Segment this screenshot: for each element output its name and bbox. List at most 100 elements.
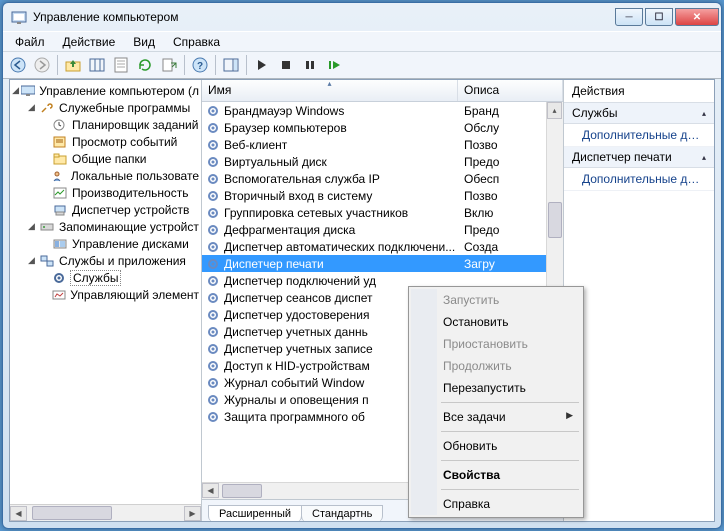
service-name: Браузер компьютеров bbox=[224, 121, 458, 135]
tree-node-users[interactable]: Локальные пользовате bbox=[12, 167, 201, 184]
menu-item[interactable]: Все задачи▶ bbox=[411, 406, 581, 428]
service-row[interactable]: Вспомогательная служба IPОбесп bbox=[202, 170, 563, 187]
app-icon bbox=[11, 9, 27, 25]
tree-node-storage[interactable]: ◢ Запоминающие устройст bbox=[12, 218, 201, 235]
menu-separator bbox=[441, 402, 579, 403]
app-window: Управление компьютером ─ ☐ ✕ Файл Действ… bbox=[2, 2, 722, 529]
menu-help[interactable]: Справка bbox=[165, 33, 228, 51]
gear-icon bbox=[206, 359, 222, 373]
menu-separator bbox=[441, 460, 579, 461]
tree-node-wmi[interactable]: Управляющий элемент bbox=[12, 286, 201, 303]
nav-back-button[interactable] bbox=[7, 54, 29, 76]
actions-more-1[interactable]: Дополнительные дей... bbox=[564, 124, 714, 147]
actions-section-services[interactable]: Службы▴ bbox=[564, 103, 714, 124]
service-name: Вспомогательная служба IP bbox=[224, 172, 458, 186]
column-name[interactable]: Имя bbox=[202, 80, 458, 101]
collapse-icon: ▴ bbox=[702, 153, 706, 162]
export-button[interactable] bbox=[158, 54, 180, 76]
menu-item[interactable]: Свойства bbox=[411, 464, 581, 486]
actions-title: Действия bbox=[564, 80, 714, 103]
nav-forward-button[interactable] bbox=[31, 54, 53, 76]
menu-item[interactable]: Перезапустить bbox=[411, 377, 581, 399]
tab-standard[interactable]: Стандартнь bbox=[301, 505, 383, 521]
menu-item[interactable]: Остановить bbox=[411, 311, 581, 333]
context-menu: ЗапуститьОстановитьПриостановитьПродолжи… bbox=[408, 286, 584, 518]
tree-node-scheduler[interactable]: Планировщик заданий bbox=[12, 116, 201, 133]
service-name: Дефрагментация диска bbox=[224, 223, 458, 237]
service-row[interactable]: Группировка сетевых участниковВклю bbox=[202, 204, 563, 221]
tab-extended[interactable]: Расширенный bbox=[208, 505, 302, 521]
scroll-up-icon[interactable]: ▴ bbox=[547, 102, 562, 119]
maximize-button[interactable]: ☐ bbox=[645, 8, 673, 26]
menu-item[interactable]: Справка bbox=[411, 493, 581, 515]
service-name: Диспетчер автоматических подключени... bbox=[224, 240, 458, 254]
action-pane-button[interactable] bbox=[220, 54, 242, 76]
gear-icon bbox=[206, 206, 222, 220]
show-hide-button[interactable] bbox=[86, 54, 108, 76]
scroll-left-icon[interactable]: ◀ bbox=[202, 483, 219, 498]
event-icon bbox=[52, 135, 68, 149]
tree-node-services-apps[interactable]: ◢ Службы и приложения bbox=[12, 252, 201, 269]
tree-hscrollbar[interactable]: ◀ ▶ bbox=[10, 504, 201, 521]
tree-node-shared[interactable]: Общие папки bbox=[12, 150, 201, 167]
tree-node-disks[interactable]: Управление дисками bbox=[12, 235, 201, 252]
gear-icon bbox=[206, 121, 222, 135]
menu-file[interactable]: Файл bbox=[7, 33, 53, 51]
tools-icon bbox=[39, 101, 55, 115]
menu-item[interactable]: Обновить bbox=[411, 435, 581, 457]
service-row[interactable]: Веб-клиентПозво bbox=[202, 136, 563, 153]
stop-button[interactable] bbox=[275, 54, 297, 76]
tree[interactable]: ◢ Управление компьютером (л ◢ Служебные … bbox=[10, 80, 201, 303]
service-row[interactable]: Виртуальный дискПредо bbox=[202, 153, 563, 170]
close-button[interactable]: ✕ bbox=[675, 8, 719, 26]
service-name: Веб-клиент bbox=[224, 138, 458, 152]
gear-icon bbox=[206, 172, 222, 186]
tree-node-events[interactable]: Просмотр событий bbox=[12, 133, 201, 150]
service-name: Диспетчер печати bbox=[224, 257, 458, 271]
service-row[interactable]: Дефрагментация дискаПредо bbox=[202, 221, 563, 238]
menu-view[interactable]: Вид bbox=[125, 33, 163, 51]
refresh-button[interactable] bbox=[134, 54, 156, 76]
tree-node-services[interactable]: Службы bbox=[12, 269, 201, 286]
scroll-thumb[interactable] bbox=[222, 484, 262, 498]
titlebar[interactable]: Управление компьютером ─ ☐ ✕ bbox=[3, 3, 721, 31]
pause-button[interactable] bbox=[299, 54, 321, 76]
toolbar: ? bbox=[3, 51, 721, 79]
minimize-button[interactable]: ─ bbox=[615, 8, 643, 26]
service-row[interactable]: Диспетчер печатиЗагру bbox=[202, 255, 563, 272]
tree-node-root[interactable]: ◢ Управление компьютером (л bbox=[12, 82, 201, 99]
gear-icon bbox=[206, 376, 222, 390]
device-icon bbox=[52, 203, 68, 217]
help-button[interactable]: ? bbox=[189, 54, 211, 76]
menu-item: Приостановить bbox=[411, 333, 581, 355]
actions-section-spooler[interactable]: Диспетчер печати▴ bbox=[564, 147, 714, 168]
computer-icon bbox=[21, 84, 35, 98]
actions-pane: Действия Службы▴ Дополнительные дей... Д… bbox=[564, 80, 714, 521]
service-row[interactable]: Браузер компьютеровОбслу bbox=[202, 119, 563, 136]
tree-node-devices[interactable]: Диспетчер устройств bbox=[12, 201, 201, 218]
service-row[interactable]: Вторичный вход в системуПозво bbox=[202, 187, 563, 204]
tree-node-perf[interactable]: Производительность bbox=[12, 184, 201, 201]
gear-icon bbox=[206, 104, 222, 118]
service-row[interactable]: Диспетчер автоматических подключени...Со… bbox=[202, 238, 563, 255]
storage-icon bbox=[39, 220, 55, 234]
menu-item: Запустить bbox=[411, 289, 581, 311]
restart-button[interactable] bbox=[323, 54, 345, 76]
gear-icon bbox=[206, 410, 222, 424]
gear-icon bbox=[206, 189, 222, 203]
service-row[interactable]: Брандмауэр WindowsБранд bbox=[202, 102, 563, 119]
actions-more-2[interactable]: Дополнительные дей... bbox=[564, 168, 714, 191]
play-button[interactable] bbox=[251, 54, 273, 76]
tree-node-system-tools[interactable]: ◢ Служебные программы bbox=[12, 99, 201, 116]
up-folder-button[interactable] bbox=[62, 54, 84, 76]
menu-action[interactable]: Действие bbox=[55, 33, 124, 51]
column-desc[interactable]: Описа bbox=[458, 80, 563, 101]
scroll-thumb[interactable] bbox=[32, 506, 112, 520]
scroll-left-icon[interactable]: ◀ bbox=[10, 506, 27, 521]
gear-icon bbox=[206, 274, 222, 288]
properties-button[interactable] bbox=[110, 54, 132, 76]
gear-icon bbox=[206, 138, 222, 152]
scroll-thumb[interactable] bbox=[548, 202, 562, 238]
gear-icon bbox=[206, 342, 222, 356]
scroll-right-icon[interactable]: ▶ bbox=[184, 506, 201, 521]
